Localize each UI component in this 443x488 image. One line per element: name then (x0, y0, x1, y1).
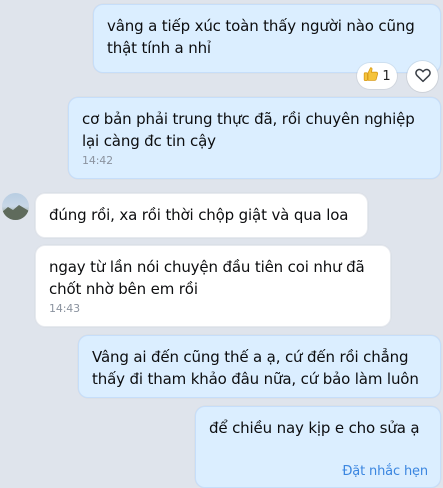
message-text: để chiều nay kịp e cho sửa ạ (209, 419, 420, 437)
react-button[interactable] (407, 61, 438, 92)
message-bubble-incoming[interactable]: đúng rồi, xa rồi thời chộp giật và qua l… (35, 193, 368, 238)
message-bubble-outgoing[interactable]: vâng a tiếp xúc toàn thấy người nào cũng… (93, 4, 441, 73)
message-bubble-outgoing[interactable]: Vâng ai đến cũng thế a ạ, cứ đến rồi chẳ… (78, 335, 441, 398)
set-reminder-link[interactable]: Đặt nhắc hẹn (209, 461, 428, 483)
message-text: vâng a tiếp xúc toàn thấy người nào cũng… (107, 17, 415, 57)
message-bubble-outgoing[interactable]: cơ bản phải trung thực đã, rồi chuyên ng… (68, 97, 441, 179)
message-text: ngay từ lần nói chuyện đầu tiên coi như … (49, 258, 365, 298)
message-time: 14:43 (49, 302, 80, 315)
message-time: 14:42 (82, 154, 113, 167)
reaction-pill[interactable]: 1 (357, 63, 397, 89)
avatar-landscape-icon (2, 205, 29, 220)
message-bubble-incoming[interactable]: ngay từ lần nói chuyện đầu tiên coi như … (35, 245, 391, 327)
contact-avatar[interactable] (2, 193, 29, 220)
message-text: đúng rồi, xa rồi thời chộp giật và qua l… (49, 206, 349, 224)
heart-outline-icon (414, 66, 432, 88)
thumbs-up-icon (363, 66, 379, 86)
message-text: cơ bản phải trung thực đã, rồi chuyên ng… (82, 110, 415, 150)
message-text: Vâng ai đến cũng thế a ạ, cứ đến rồi chẳ… (92, 348, 419, 388)
reaction-count: 1 (382, 68, 391, 84)
